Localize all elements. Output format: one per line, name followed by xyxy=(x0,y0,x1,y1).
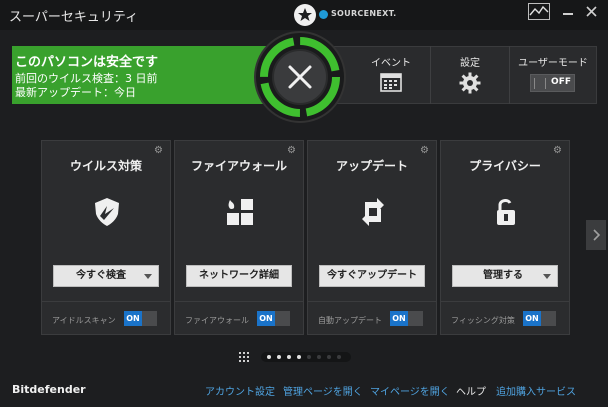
card-divider xyxy=(42,301,170,302)
chevron-right-icon xyxy=(593,229,601,241)
update-icon xyxy=(357,196,389,228)
scan-now-label: 今すぐ検査 xyxy=(76,270,126,281)
auto-update-label: 自動アップデート xyxy=(318,316,382,325)
network-details-label: ネットワーク詳細 xyxy=(199,270,279,281)
antiphishing-toggle[interactable]: ON xyxy=(523,311,556,326)
toggle-state: ON xyxy=(257,311,275,326)
card-divider xyxy=(175,301,303,302)
toggle-state: ON xyxy=(523,311,541,326)
card-settings-icon[interactable]: ⚙ xyxy=(154,146,164,156)
page-dot[interactable] xyxy=(337,355,341,359)
close-button[interactable] xyxy=(580,2,604,22)
card-title: ファイアウォール xyxy=(190,159,287,173)
page-dot[interactable] xyxy=(307,355,311,359)
card-antivirus: ⚙ ウイルス対策 今すぐ検査 アイドルスキャン ON xyxy=(41,140,171,335)
idle-scan-label: アイドルスキャン xyxy=(52,316,116,325)
status-title: このパソコンは安全です xyxy=(15,55,159,70)
antiphishing-label: フィッシング対策 xyxy=(451,316,515,325)
autopilot-hub-button[interactable] xyxy=(253,30,347,124)
help-link[interactable]: ヘルプ xyxy=(456,383,486,398)
sourcenext-logo-icon xyxy=(294,4,316,26)
page-dot[interactable] xyxy=(317,355,321,359)
scan-now-button[interactable]: 今すぐ検査 xyxy=(53,265,159,287)
page-dot[interactable] xyxy=(267,355,271,359)
firewall-toggle[interactable]: ON xyxy=(257,311,290,326)
settings-label: 設定 xyxy=(460,58,480,69)
settings-button[interactable]: 設定 xyxy=(431,46,509,104)
manage-button[interactable]: 管理する xyxy=(452,265,558,287)
card-privacy: ⚙ プライバシー 管理する フィッシング対策 ON xyxy=(440,140,570,335)
title-bar: スーパーセキュリティ SOURCENEXT. xyxy=(0,0,608,30)
account-settings-link[interactable]: アカウント設定 xyxy=(205,383,275,398)
toggle-state: ON xyxy=(390,311,408,326)
update-now-button[interactable]: 今すぐアップデート xyxy=(319,265,425,287)
toggle-state: ON xyxy=(124,311,142,326)
status-panel: このパソコンは安全です 前回のウイルス検査：3 日前 最新アップデート：今日 xyxy=(12,46,267,104)
last-update-text: 最新アップデート：今日 xyxy=(15,86,136,99)
activity-graph-button[interactable] xyxy=(528,3,550,20)
card-title: ウイルス対策 xyxy=(69,159,142,173)
card-settings-icon[interactable]: ⚙ xyxy=(287,146,297,156)
user-mode-label: ユーザーモード xyxy=(518,58,588,69)
idle-scan-toggle[interactable]: ON xyxy=(124,311,157,326)
chevron-down-icon[interactable] xyxy=(144,274,152,279)
events-label: イベント xyxy=(371,58,411,69)
lock-icon xyxy=(490,196,522,228)
app-title: スーパーセキュリティ xyxy=(9,10,139,25)
card-title: プライバシー xyxy=(469,159,541,173)
manage-label: 管理する xyxy=(483,270,523,281)
open-my-page-link[interactable]: マイページを開く xyxy=(370,383,450,398)
calendar-icon xyxy=(380,73,402,92)
brand-dot-icon xyxy=(319,10,328,19)
grid-view-button[interactable] xyxy=(238,351,250,363)
auto-update-toggle[interactable]: ON xyxy=(390,311,423,326)
card-divider xyxy=(308,301,436,302)
minimize-button[interactable] xyxy=(556,2,580,22)
page-dot[interactable] xyxy=(297,355,301,359)
user-mode-state: OFF xyxy=(551,77,571,87)
card-settings-icon[interactable]: ⚙ xyxy=(420,146,430,156)
open-management-page-link[interactable]: 管理ページを開く xyxy=(283,383,363,398)
card-update: ⚙ アップデート 今すぐアップデート 自動アップデート ON xyxy=(307,140,437,335)
shield-icon xyxy=(91,196,123,228)
page-dot[interactable] xyxy=(287,355,291,359)
next-page-button[interactable] xyxy=(586,220,606,250)
additional-purchase-link[interactable]: 追加購入サービス xyxy=(496,383,576,398)
update-now-label: 今すぐアップデート xyxy=(327,270,417,281)
card-settings-icon[interactable]: ⚙ xyxy=(553,146,563,156)
card-divider xyxy=(441,301,569,302)
page-indicator[interactable] xyxy=(261,352,351,362)
page-dot[interactable] xyxy=(327,355,331,359)
page-dot[interactable] xyxy=(277,355,281,359)
brand-text: SOURCENEXT. xyxy=(331,9,397,18)
bitdefender-logo: Bitdefender xyxy=(12,383,86,396)
chevron-down-icon[interactable] xyxy=(543,274,551,279)
network-details-button[interactable]: ネットワーク詳細 xyxy=(186,265,292,287)
toggle-grip-icon xyxy=(534,78,546,89)
gear-icon xyxy=(459,72,481,94)
user-mode-toggle[interactable]: OFF xyxy=(530,74,575,92)
events-button[interactable]: イベント xyxy=(352,46,430,104)
card-firewall: ⚙ ファイアウォール ネットワーク詳細 ファイアウォール ON xyxy=(174,140,304,335)
firewall-icon xyxy=(224,196,256,228)
card-title: アップデート xyxy=(335,159,408,173)
firewall-label: ファイアウォール xyxy=(185,316,249,325)
grid-icon xyxy=(239,352,249,362)
